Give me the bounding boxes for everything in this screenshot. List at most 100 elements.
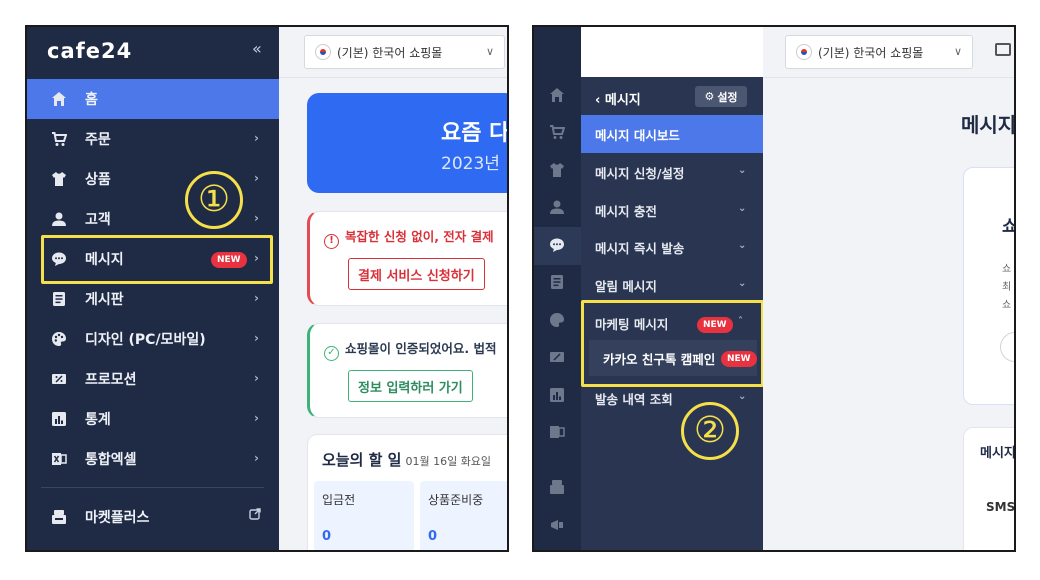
gear-icon: ⚙: [704, 90, 715, 103]
sidebar-item-excel[interactable]: 통합엑셀 ›: [27, 439, 279, 479]
sidebar-item-label: 게시판: [85, 292, 124, 308]
step-marker: ①: [185, 171, 243, 229]
chevron-down-icon: ⌄: [738, 165, 747, 176]
card-line: 쇼: [1002, 300, 1012, 311]
cart-icon[interactable]: [549, 124, 565, 140]
todo-cell-label: 상품준비중: [428, 493, 484, 507]
user-icon: [51, 211, 67, 227]
todo-title: 오늘의 할 일 01월 16일 화요일: [322, 451, 492, 469]
settings-button[interactable]: ⚙ 설정: [695, 86, 747, 107]
card-line: 최: [1002, 282, 1012, 293]
chat-bubble-icon[interactable]: [549, 237, 565, 253]
sidebar-item-label: 디자인 (PC/모바일): [85, 332, 206, 348]
chevron-down-icon: ⌄: [738, 278, 747, 289]
main-content: (기본) 한국어 쇼핑몰 ∨ 요즘 다 2023년 ! 복잡한 신청 없이, 전자…: [279, 27, 509, 550]
screenshot-panel-2: cafe24 « ‹ 메시지 ⚙설정 메시지 대시보드 메시지 신청/설정⌄ 메…: [532, 25, 1016, 552]
highlight-box-marketing: [581, 300, 764, 387]
main-content: (기본) 한국어 쇼핑몰 ∨ 메시지 쇼 쇼 최 쇼 메시지 SMS: [763, 27, 1016, 550]
chevron-right-icon: ›: [254, 411, 259, 425]
chevron-down-icon: ⌄: [738, 240, 747, 251]
sms-label: SMS: [986, 500, 1016, 514]
shop-select[interactable]: (기본) 한국어 쇼핑몰 ∨: [785, 35, 973, 69]
todo-cell-value: 0: [428, 529, 438, 544]
tshirt-icon: [51, 171, 67, 187]
promo-banner[interactable]: 요즘 다 2023년: [307, 93, 509, 193]
todo-cell-preparing[interactable]: 상품준비중 0: [420, 481, 507, 550]
shop-select-value: (기본) 한국어 쇼핑몰: [818, 45, 924, 60]
sidebar-item-label: 주문: [85, 132, 111, 148]
korea-flag-icon: [796, 44, 812, 60]
chevron-down-icon: ∨: [485, 45, 494, 58]
sidebar-item-label: 통계: [85, 412, 111, 428]
home-icon: [51, 91, 67, 107]
sidebar-item-marketplus[interactable]: 마켓플러스: [27, 497, 279, 537]
alert-message: ! 복잡한 신청 없이, 전자 결제: [324, 226, 494, 249]
alert-payment: ! 복잡한 신청 없이, 전자 결제 결제 서비스 신청하기: [307, 211, 507, 306]
tshirt-icon[interactable]: [549, 162, 565, 178]
ticket-icon: [51, 371, 67, 387]
apply-payment-button[interactable]: 결제 서비스 신청하기: [348, 258, 485, 290]
icon-rail: [534, 27, 581, 550]
submenu-item-charge[interactable]: 메시지 충전 ⌄: [581, 191, 763, 229]
chevron-right-icon: ›: [254, 291, 259, 305]
monitor-icon[interactable]: [995, 43, 1011, 56]
todo-card: 오늘의 할 일 01월 16일 화요일 입금전 0 상품준비중 0: [307, 434, 507, 550]
page-title: 메시지: [961, 113, 1016, 137]
korea-flag-icon: [315, 44, 331, 60]
submenu-item-apply-settings[interactable]: 메시지 신청/설정 ⌄: [581, 153, 763, 191]
step-marker: ②: [681, 402, 739, 460]
enter-info-button[interactable]: 정보 입력하러 가기: [348, 370, 473, 402]
banner-title: 요즘 다: [441, 121, 509, 146]
screenshot-panel-1: cafe24 « 홈 주문 › 상품 › 고객 › 메시지 NEW › 게시판 …: [25, 25, 509, 552]
card-line: 쇼: [1002, 264, 1012, 275]
home-icon[interactable]: [549, 87, 565, 103]
alert-verified: ✓ 쇼핑몰이 인증되었어요. 법적 정보 입력하러 가기: [307, 323, 507, 418]
sidebar-header: cafe24 «: [534, 25, 763, 27]
sidebar-nav-bottom: 마켓플러스: [27, 497, 279, 537]
bar-chart-icon: [51, 411, 67, 427]
sidebar-item-label: 통합엑셀: [85, 452, 137, 468]
submenu-item-notification[interactable]: 알림 메시지 ⌄: [581, 266, 763, 304]
excel-icon[interactable]: [549, 424, 565, 440]
back-button[interactable]: ‹ 메시지: [595, 89, 641, 108]
collapse-sidebar-button[interactable]: «: [252, 39, 262, 58]
submenu-item-instant-send[interactable]: 메시지 즉시 발송 ⌄: [581, 228, 763, 266]
sidebar-item-board[interactable]: 게시판 ›: [27, 279, 279, 319]
todo-cell-deposit[interactable]: 입금전 0: [314, 481, 414, 550]
store-icon[interactable]: [549, 479, 565, 495]
user-icon[interactable]: [549, 199, 565, 215]
topbar-divider: [279, 77, 507, 78]
card-action-button[interactable]: [1000, 332, 1014, 362]
card-heading: 쇼: [1002, 212, 1014, 237]
sidebar-item-label: 홈: [85, 92, 98, 108]
todo-cell-label: 입금전: [322, 493, 356, 507]
palette-icon[interactable]: [549, 312, 565, 328]
cafe24-logo: cafe24: [47, 39, 133, 63]
todo-date: 01월 16일 화요일: [405, 455, 492, 468]
sidebar-item-design[interactable]: 디자인 (PC/모바일) ›: [27, 319, 279, 359]
chevron-right-icon: ›: [254, 451, 259, 465]
chevron-right-icon: ›: [254, 211, 259, 225]
highlight-box-message: [41, 235, 273, 284]
chevron-right-icon: ›: [254, 171, 259, 185]
chevron-right-icon: ›: [254, 131, 259, 145]
board-icon[interactable]: [549, 274, 565, 290]
shop-select-value: (기본) 한국어 쇼핑몰: [337, 45, 443, 60]
sidebar-item-label: 마켓플러스: [85, 510, 150, 526]
board-icon: [51, 291, 67, 307]
sidebar-item-home[interactable]: 홈: [27, 79, 279, 119]
ticket-icon[interactable]: [549, 349, 565, 365]
sidebar-item-label: 프로모션: [85, 372, 137, 388]
sidebar-item-promotion[interactable]: 프로모션 ›: [27, 359, 279, 399]
sidebar: cafe24 « 홈 주문 › 상품 › 고객 › 메시지 NEW › 게시판 …: [27, 27, 279, 550]
shop-select[interactable]: (기본) 한국어 쇼핑몰 ∨: [304, 35, 505, 69]
bar-chart-icon[interactable]: [549, 387, 565, 403]
check-icon: ✓: [324, 346, 339, 361]
megaphone-icon[interactable]: [549, 517, 565, 533]
submenu-item-dashboard[interactable]: 메시지 대시보드: [581, 115, 763, 153]
sidebar-item-orders[interactable]: 주문 ›: [27, 119, 279, 159]
sidebar-divider: [41, 487, 264, 488]
chevron-left-icon: ‹: [595, 93, 605, 108]
sidebar-item-statistics[interactable]: 통계 ›: [27, 399, 279, 439]
card-heading: 메시지: [980, 446, 1016, 461]
